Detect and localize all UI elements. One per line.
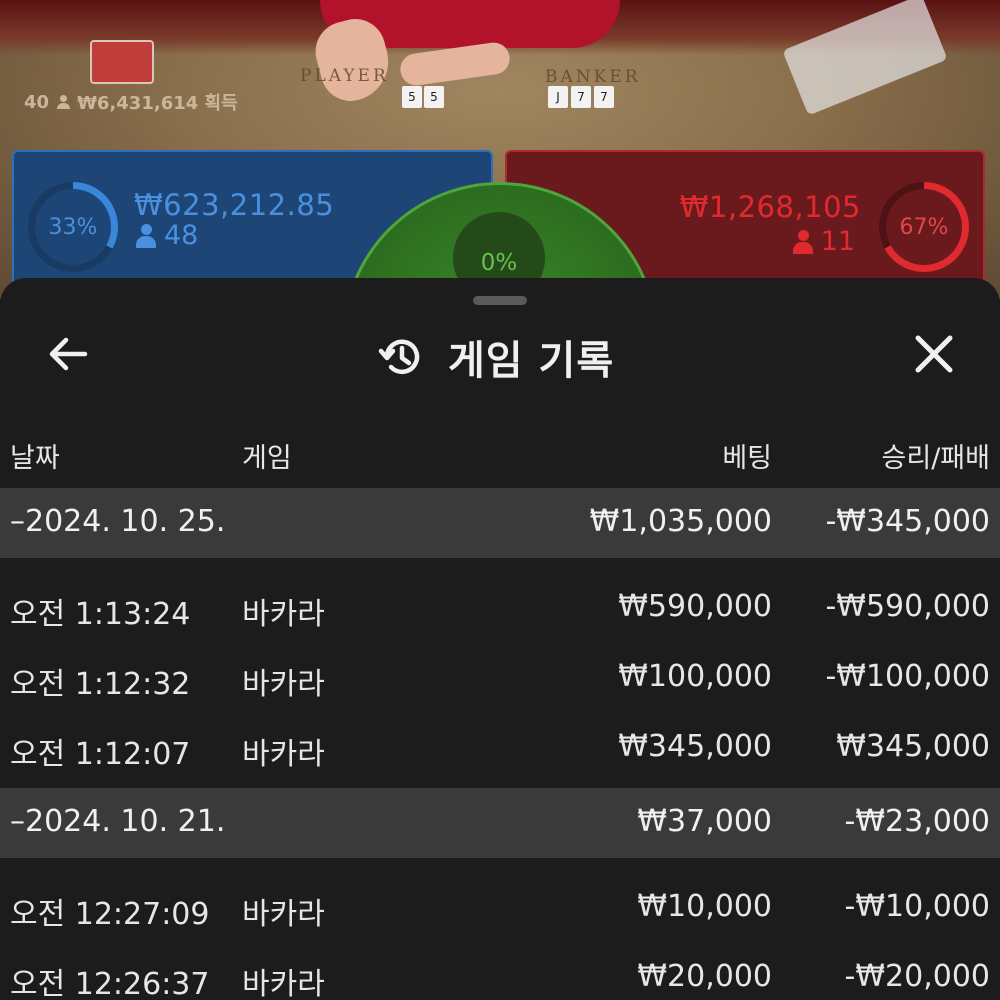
tie-percent: 0%: [480, 250, 518, 276]
date-group-header[interactable]: –2024. 10. 25. ₩1,035,000 -₩345,000: [0, 488, 1000, 558]
group-date: –2024. 10. 25.: [10, 504, 226, 539]
column-headers: 날짜 게임 베팅 승리/패배: [0, 436, 1000, 476]
player-percent-ring: 33%: [28, 182, 118, 272]
banker-table-label: BANKER: [545, 67, 641, 87]
column-header-bet: 베팅: [722, 443, 772, 474]
banker-card: J: [548, 86, 568, 108]
history-list: –2024. 10. 25. ₩1,035,000 -₩345,000 오전 1…: [0, 488, 1000, 1000]
card-discard-tray: [90, 40, 154, 84]
banker-card: 7: [571, 86, 591, 108]
arrow-left-icon: [49, 337, 88, 371]
column-header-result: 승리/패배: [881, 443, 990, 474]
row-result: -₩20,000: [844, 959, 990, 994]
winnings-total: ₩6,431,614 획득: [77, 93, 238, 114]
player-percent: 33%: [48, 214, 98, 240]
close-icon: [915, 335, 953, 373]
row-time: 오전 1:12:07: [10, 737, 191, 772]
player-card: 5: [402, 86, 422, 108]
row-result: -₩100,000: [825, 659, 990, 694]
table-stats: 40 ₩6,431,614 획득: [24, 89, 238, 115]
history-row[interactable]: 오전 12:27:09 바카라 ₩10,000 -₩10,000: [0, 868, 1000, 938]
sheet-title-group: 게임 기록: [378, 328, 614, 386]
history-row[interactable]: 오전 1:12:07 바카라 ₩345,000 ₩345,000: [0, 708, 1000, 778]
player-table-label: PLAYER: [300, 66, 389, 86]
row-bet: ₩345,000: [618, 729, 772, 764]
row-result: -₩590,000: [825, 589, 990, 624]
row-game: 바카라: [242, 897, 325, 932]
player-card: 5: [424, 86, 444, 108]
game-history-sheet: 게임 기록 날짜 게임 베팅 승리/패배 –2024. 10. 25. ₩1,0…: [0, 278, 1000, 1000]
history-row[interactable]: 오전 1:13:24 바카라 ₩590,000 -₩590,000: [0, 568, 1000, 638]
group-date: –2024. 10. 21.: [10, 804, 226, 839]
banker-percent: 67%: [899, 214, 949, 240]
person-icon: [136, 223, 156, 248]
row-game: 바카라: [242, 967, 325, 1000]
player-count: 40: [24, 91, 50, 113]
row-time: 오전 1:13:24: [10, 597, 191, 632]
row-bet: ₩10,000: [637, 889, 772, 924]
sheet-header: 게임 기록: [0, 318, 1000, 388]
history-icon: [378, 339, 420, 375]
row-bet: ₩590,000: [618, 589, 772, 624]
row-bet: ₩20,000: [637, 959, 772, 994]
group-result-total: -₩345,000: [825, 504, 990, 539]
back-button[interactable]: [42, 332, 94, 376]
group-bet-total: ₩37,000: [637, 804, 772, 839]
banker-card: 7: [594, 86, 614, 108]
banker-bet-amount: ₩1,268,105: [679, 190, 861, 224]
date-group-header[interactable]: –2024. 10. 21. ₩37,000 -₩23,000: [0, 788, 1000, 858]
person-icon: [792, 229, 813, 254]
history-row[interactable]: 오전 12:26:37 바카라 ₩20,000 -₩20,000: [0, 938, 1000, 1000]
row-time: 오전 1:12:32: [10, 667, 191, 702]
row-result: -₩10,000: [844, 889, 990, 924]
person-icon: [57, 95, 71, 109]
row-game: 바카라: [242, 597, 325, 632]
sheet-drag-handle[interactable]: [473, 296, 527, 305]
player-bet-amount: ₩623,212.85: [134, 188, 335, 222]
row-result: ₩345,000: [836, 729, 990, 764]
row-time: 오전 12:27:09: [10, 897, 210, 932]
group-result-total: -₩23,000: [844, 804, 990, 839]
history-row[interactable]: 오전 1:12:32 바카라 ₩100,000 -₩100,000: [0, 638, 1000, 708]
row-game: 바카라: [242, 737, 325, 772]
column-header-game: 게임: [242, 443, 292, 474]
row-time: 오전 12:26:37: [10, 967, 210, 1000]
page-title: 게임 기록: [448, 338, 615, 384]
column-header-date: 날짜: [10, 443, 60, 474]
close-button[interactable]: [910, 330, 958, 378]
player-bettor-count: 48: [136, 220, 198, 251]
row-bet: ₩100,000: [618, 659, 772, 694]
player-bettor-count-value: 48: [164, 220, 199, 251]
banker-percent-ring: 67%: [879, 182, 969, 272]
banker-bettor-count-value: 11: [820, 226, 855, 257]
row-game: 바카라: [242, 667, 325, 702]
banker-bettor-count: 11: [792, 226, 855, 257]
group-bet-total: ₩1,035,000: [589, 504, 772, 539]
